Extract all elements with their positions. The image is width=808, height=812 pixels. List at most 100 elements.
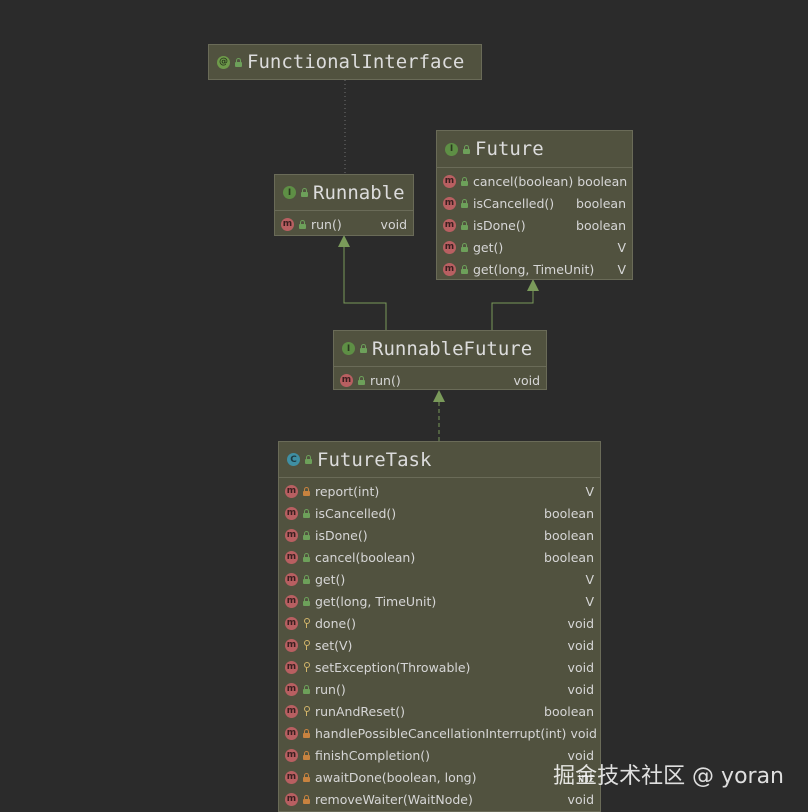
- method-icon: m: [443, 240, 456, 254]
- method-return-type: void: [380, 216, 407, 232]
- method-icon: m: [285, 528, 298, 542]
- method-row[interactable]: m isDone() boolean: [279, 524, 600, 546]
- public-lock-icon: [300, 188, 309, 197]
- method-icon: m: [285, 484, 298, 498]
- public-lock-icon: [298, 219, 307, 229]
- method-icon: m: [340, 373, 353, 387]
- method-name: done(): [315, 615, 356, 631]
- method-icon: m: [443, 174, 456, 188]
- method-icon: m: [285, 726, 298, 740]
- method-row[interactable]: m awaitDone(boolean, long) int: [279, 766, 600, 788]
- method-row[interactable]: m run() void: [334, 369, 546, 391]
- public-lock-icon: [460, 264, 469, 274]
- method-row[interactable]: m handlePossibleCancellationInterrupt(int…: [279, 722, 600, 744]
- method-name: handlePossibleCancellationInterrupt(int): [315, 725, 567, 741]
- interface-icon: I: [283, 186, 296, 199]
- method-row[interactable]: m removeWaiter(WaitNode) void: [279, 788, 600, 810]
- method-row[interactable]: m get() V: [437, 236, 632, 258]
- method-return-type: void: [570, 725, 597, 741]
- method-return-type: boolean: [577, 173, 628, 189]
- method-row[interactable]: m set(V) void: [279, 634, 600, 656]
- interface-icon: I: [445, 142, 458, 156]
- protected-key-icon: [302, 618, 311, 628]
- private-lock-icon: [302, 750, 311, 760]
- public-lock-icon: [302, 552, 311, 562]
- method-return-type: void: [567, 615, 594, 631]
- method-name: get(long, TimeUnit): [315, 593, 437, 609]
- class-icon: C: [287, 453, 300, 466]
- public-lock-icon: [302, 684, 311, 694]
- node-title: Runnable: [313, 181, 405, 204]
- method-name: runAndReset(): [315, 703, 406, 719]
- node-header: I Runnable: [275, 175, 413, 211]
- method-icon: m: [443, 262, 456, 276]
- protected-key-icon: [302, 706, 311, 716]
- protected-key-icon: [302, 662, 311, 672]
- method-icon: m: [285, 506, 298, 520]
- node-title: FunctionalInterface: [247, 51, 465, 73]
- private-lock-icon: [302, 728, 311, 738]
- method-name: cancel(boolean): [473, 173, 574, 189]
- method-row[interactable]: m runAndReset() boolean: [279, 700, 600, 722]
- method-icon: m: [285, 550, 298, 564]
- method-name: get(): [473, 239, 504, 255]
- method-return-type: void: [567, 659, 594, 675]
- method-name: run(): [315, 681, 346, 697]
- method-row[interactable]: m finishCompletion() void: [279, 744, 600, 766]
- method-row[interactable]: m get(long, TimeUnit) V: [279, 590, 600, 612]
- method-return-type: V: [617, 239, 626, 255]
- method-name: isCancelled(): [473, 195, 555, 211]
- method-row[interactable]: m isDone() boolean: [437, 214, 632, 236]
- method-row[interactable]: m done() void: [279, 612, 600, 634]
- method-name: get(): [315, 571, 346, 587]
- method-icon: m: [285, 770, 298, 784]
- method-row[interactable]: m get() V: [279, 568, 600, 590]
- method-icon: m: [285, 594, 298, 608]
- method-row[interactable]: m cancel(boolean) boolean: [437, 170, 632, 192]
- method-row[interactable]: m get(long, TimeUnit) V: [437, 258, 632, 280]
- method-return-type: boolean: [544, 527, 594, 543]
- method-icon: m: [285, 748, 298, 762]
- public-lock-icon: [357, 375, 366, 385]
- node-title: Future: [475, 138, 544, 160]
- method-icon: m: [281, 217, 294, 231]
- method-row[interactable]: m run() void: [279, 678, 600, 700]
- public-lock-icon: [460, 176, 469, 186]
- node-runnable[interactable]: I Runnable m run() void: [274, 174, 414, 236]
- method-row[interactable]: m cancel(boolean) boolean: [279, 546, 600, 568]
- node-header: I RunnableFuture: [334, 331, 546, 367]
- method-row[interactable]: m setException(Throwable) void: [279, 656, 600, 678]
- method-return-type: void: [567, 681, 594, 697]
- method-return-type: boolean: [576, 195, 626, 211]
- method-icon: m: [443, 218, 456, 232]
- method-row[interactable]: m isCancelled() boolean: [437, 192, 632, 214]
- node-future-task[interactable]: C FutureTask m report(int) Vm isCancelled()…: [278, 441, 601, 812]
- method-name: isDone(): [473, 217, 526, 233]
- method-row[interactable]: m isCancelled() boolean: [279, 502, 600, 524]
- node-header: @ FunctionalInterface: [209, 45, 481, 79]
- public-lock-icon: [460, 242, 469, 252]
- method-name: run(): [311, 216, 342, 232]
- method-return-type: void: [513, 372, 540, 388]
- method-row[interactable]: m run() void: [275, 213, 413, 235]
- method-return-type: boolean: [544, 505, 594, 521]
- public-lock-icon: [304, 455, 313, 464]
- method-name: isCancelled(): [315, 505, 397, 521]
- protected-key-icon: [302, 640, 311, 650]
- node-title: FutureTask: [317, 448, 432, 471]
- extends-future-edge: [491, 290, 534, 330]
- method-icon: m: [285, 704, 298, 718]
- method-return-type: V: [585, 593, 594, 609]
- method-return-type: boolean: [544, 549, 594, 565]
- method-name: cancel(boolean): [315, 549, 416, 565]
- method-row[interactable]: m report(int) V: [279, 480, 600, 502]
- method-name: awaitDone(boolean, long): [315, 769, 477, 785]
- private-lock-icon: [302, 486, 311, 496]
- method-return-type: boolean: [544, 703, 594, 719]
- node-runnable-future[interactable]: I RunnableFuture m run() void: [333, 330, 547, 390]
- public-lock-icon: [234, 57, 243, 67]
- method-icon: m: [285, 682, 298, 696]
- node-future[interactable]: I Future m cancel(boolean) boolean m isCance…: [436, 130, 633, 280]
- method-name: get(long, TimeUnit): [473, 261, 595, 277]
- node-functional-interface[interactable]: @ FunctionalInterface: [208, 44, 482, 80]
